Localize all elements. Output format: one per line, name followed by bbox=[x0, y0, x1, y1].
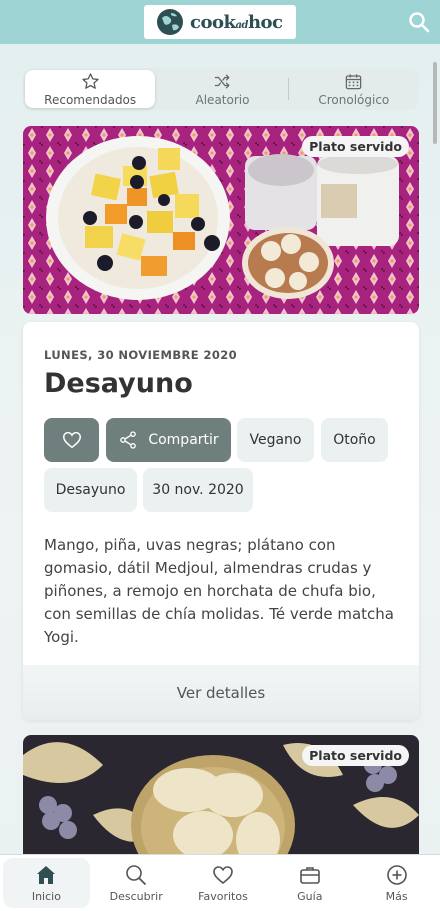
nav-item-descubrir[interactable]: Descubrir bbox=[93, 855, 180, 911]
tab-recomendados[interactable]: Recomendados bbox=[25, 70, 156, 108]
globe-logo-icon bbox=[157, 9, 183, 35]
home-icon bbox=[37, 866, 56, 884]
status-badge: Plato servido bbox=[302, 745, 409, 766]
share-label: Compartir bbox=[148, 432, 219, 448]
nav-label: Más bbox=[385, 890, 408, 903]
scrollbar[interactable] bbox=[433, 62, 437, 144]
bottom-nav: Inicio Descubrir Favoritos Guía Más bbox=[0, 854, 440, 911]
post-title: Desayuno bbox=[44, 368, 193, 399]
share-button[interactable]: Compartir bbox=[106, 418, 231, 462]
feed-tabs: Recomendados Aleatorio Cronológico bbox=[23, 68, 419, 110]
favorite-button[interactable] bbox=[44, 418, 99, 462]
shuffle-icon bbox=[214, 74, 230, 88]
app-header: cookadhoc bbox=[0, 0, 440, 44]
logo-wordmark: cookadhoc bbox=[190, 11, 283, 33]
nav-label: Inicio bbox=[31, 890, 61, 903]
nav-item-guia[interactable]: Guía bbox=[266, 855, 353, 911]
post-date: LUNES, 30 NOVIEMBRE 2020 bbox=[44, 348, 238, 362]
nav-item-inicio[interactable]: Inicio bbox=[3, 858, 90, 908]
nav-label: Guía bbox=[297, 890, 323, 903]
plus-circle-icon bbox=[386, 865, 407, 885]
post-description: Mango, piña, uvas negras; plátano con go… bbox=[44, 536, 394, 646]
tab-cronologico[interactable]: Cronológico bbox=[289, 68, 419, 110]
heart-icon bbox=[62, 431, 81, 449]
heart-icon bbox=[213, 866, 233, 885]
nav-label: Descubrir bbox=[109, 890, 163, 903]
nav-item-mas[interactable]: Más bbox=[353, 855, 440, 911]
nav-item-favoritos[interactable]: Favoritos bbox=[180, 855, 267, 911]
status-badge: Plato servido bbox=[302, 136, 409, 157]
tag-chip[interactable]: Desayuno bbox=[44, 468, 137, 512]
app-logo[interactable]: cookadhoc bbox=[144, 5, 296, 39]
star-icon bbox=[82, 72, 99, 89]
dish-photo[interactable]: Plato servido bbox=[23, 126, 419, 314]
tab-label: Recomendados bbox=[44, 92, 137, 107]
briefcase-icon bbox=[299, 867, 320, 884]
tag-chip[interactable]: Vegano bbox=[237, 418, 314, 462]
tab-label: Aleatorio bbox=[195, 92, 250, 107]
post-card: LUNES, 30 NOVIEMBRE 2020 Desayuno Compar… bbox=[23, 322, 419, 720]
search-icon bbox=[126, 865, 147, 885]
tab-aleatorio[interactable]: Aleatorio bbox=[157, 68, 287, 110]
calendar-icon bbox=[346, 73, 362, 89]
view-details-button[interactable]: Ver detalles bbox=[23, 665, 419, 720]
tag-chip[interactable]: Otoño bbox=[321, 418, 388, 462]
search-icon[interactable] bbox=[408, 11, 430, 33]
nav-label: Favoritos bbox=[198, 890, 248, 903]
share-icon bbox=[120, 431, 137, 449]
tab-label: Cronológico bbox=[318, 92, 390, 107]
tag-chip[interactable]: 30 nov. 2020 bbox=[143, 468, 253, 512]
